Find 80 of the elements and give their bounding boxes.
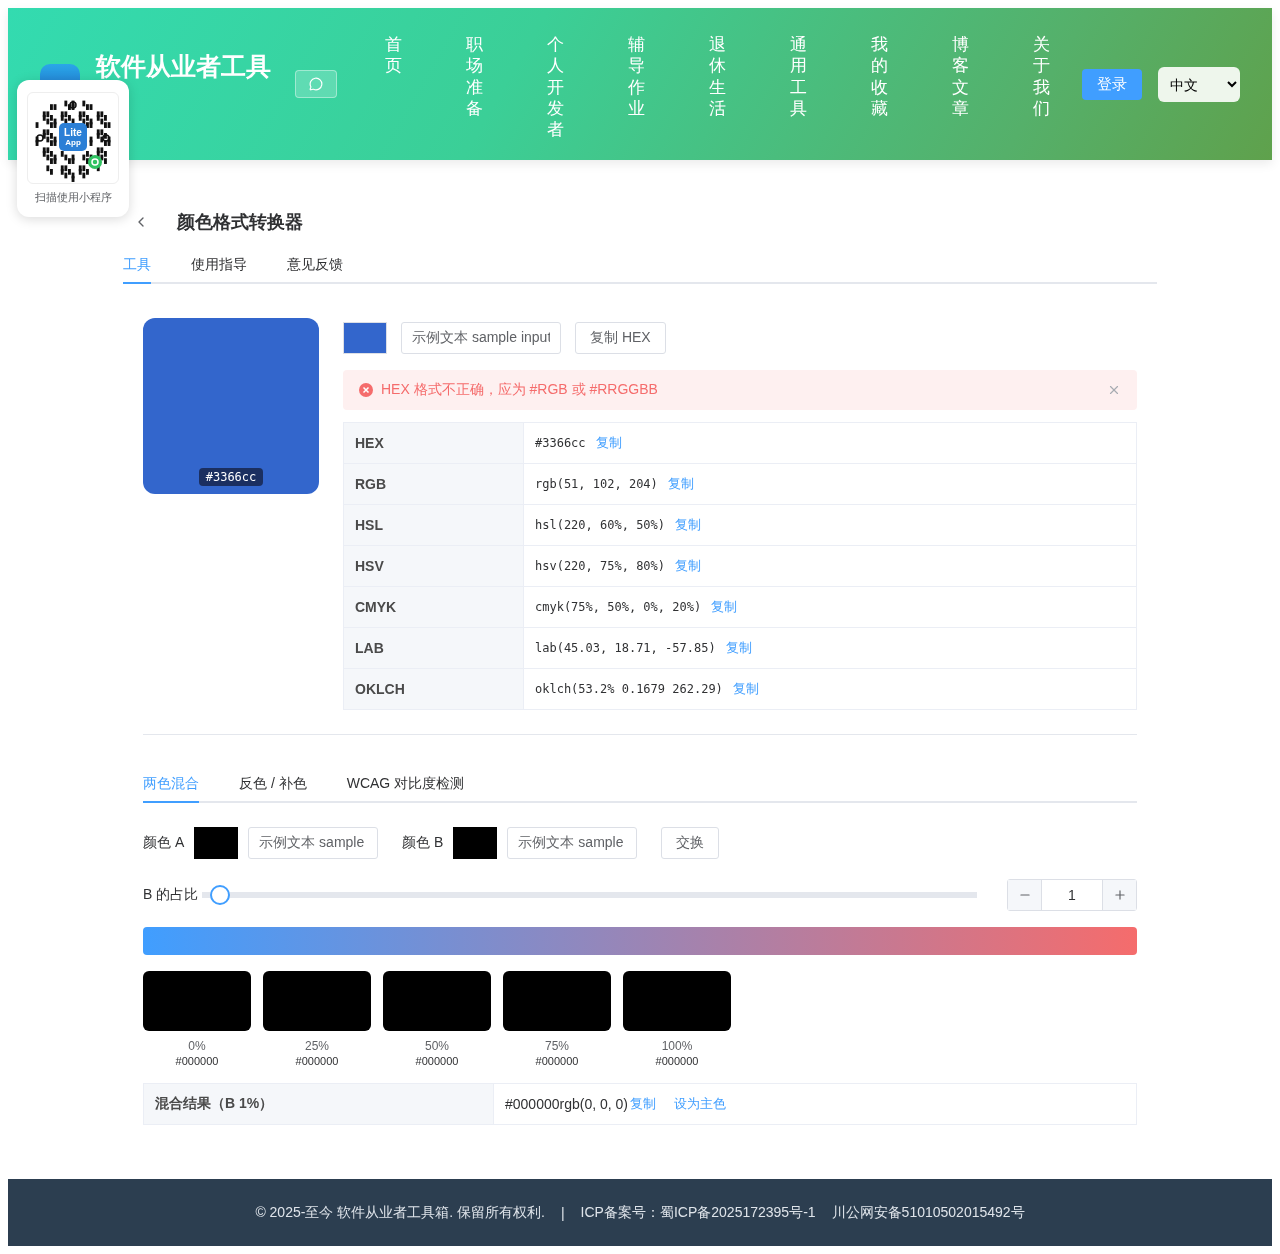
format-name: HSV: [344, 546, 524, 586]
format-value: hsv(220, 75%, 80%): [535, 559, 666, 573]
step-percent: 100%: [661, 1039, 693, 1053]
nav-link[interactable]: 辅导作业: [628, 34, 645, 141]
step-percent: 25%: [305, 1039, 329, 1053]
color-picker[interactable]: [194, 827, 239, 859]
plus-icon: [1112, 888, 1127, 902]
slider-thumb[interactable]: [209, 885, 230, 905]
swap-button[interactable]: 交换: [661, 827, 720, 859]
tab[interactable]: WCAG 对比度检测: [346, 771, 465, 803]
tab[interactable]: 反色 / 补色: [239, 771, 307, 803]
nav-link[interactable]: 首页: [385, 34, 402, 141]
tab[interactable]: 工具: [123, 252, 151, 284]
nav-link[interactable]: 职场准备: [466, 34, 483, 141]
format-value: hsl(220, 60%, 50%): [535, 518, 666, 532]
step-percent: 50%: [425, 1039, 449, 1053]
error-message: HEX 格式不正确，应为 #RGB 或 #RRGGBB: [381, 381, 659, 399]
qr-code-drawing: Lite App: [28, 93, 118, 183]
language-select[interactable]: 中文: [1158, 67, 1240, 102]
chat-icon: [309, 77, 323, 91]
step-hex: #000000: [535, 1055, 579, 1067]
step-hex: #000000: [175, 1055, 219, 1067]
format-value: rgb(51, 102, 204): [535, 477, 658, 491]
copy-link[interactable]: 复制: [725, 639, 752, 657]
number-stepper[interactable]: 1: [1007, 879, 1137, 911]
nav-link[interactable]: 关于我们: [1033, 34, 1050, 141]
tab[interactable]: 两色混合: [143, 771, 199, 803]
qr-caption: 扫描使用小程序: [34, 190, 112, 205]
nav-link[interactable]: 博客文章: [952, 34, 969, 141]
set-primary-link[interactable]: 设为主色: [674, 1095, 726, 1113]
copy-link[interactable]: 复制: [630, 1095, 656, 1113]
increase-button[interactable]: [1103, 880, 1136, 910]
footer-text: |: [560, 1204, 565, 1221]
step-percent: 75%: [545, 1039, 569, 1053]
color-input[interactable]: 示例文本 sample: [507, 827, 638, 859]
copy-link[interactable]: 复制: [595, 434, 622, 452]
tab[interactable]: 使用指导: [191, 252, 247, 284]
color-code: #3366cc: [198, 468, 264, 486]
format-value: oklch(53.2% 0.1679 262.29): [535, 682, 723, 696]
error-icon: [359, 383, 373, 397]
ratio-label: B 的占比: [143, 886, 199, 904]
format-name: OKLCH: [344, 669, 524, 709]
footer-text: © 2025-至今 软件从业者工具箱. 保留所有权利.: [255, 1203, 545, 1222]
format-value: #3366cc: [535, 436, 586, 450]
step-hex: #000000: [415, 1055, 459, 1067]
format-name: LAB: [344, 628, 524, 668]
color-label: 颜色 A: [143, 834, 185, 852]
copy-link[interactable]: 复制: [667, 475, 694, 493]
format-name: CMYK: [344, 587, 524, 627]
format-name: HEX: [344, 423, 524, 463]
format-name: HSL: [344, 505, 524, 545]
step-percent: 0%: [188, 1039, 206, 1053]
copy-link[interactable]: 复制: [732, 680, 759, 698]
format-value: lab(45.03, 18.71, -57.85): [535, 641, 716, 655]
copy-link[interactable]: 复制: [675, 557, 702, 575]
step-hex: #000000: [655, 1055, 699, 1067]
color-picker[interactable]: [343, 322, 387, 354]
nav-link[interactable]: 退休生活: [709, 34, 726, 141]
footer-text: ICP备案号：蜀ICP备2025172395号-1: [580, 1203, 816, 1222]
nav-link[interactable]: 个人开发者: [547, 34, 564, 141]
result-value: #000000rgb(0, 0, 0): [505, 1096, 628, 1112]
color-input[interactable]: 示例文本 sample: [248, 827, 379, 859]
copy-link[interactable]: 复制: [711, 598, 738, 616]
result-label: 混合结果（B 1%）: [144, 1084, 494, 1124]
site-title: 软件从业者工具: [96, 54, 271, 79]
chat-button[interactable]: [295, 70, 337, 98]
login-button[interactable]: 登录: [1082, 69, 1142, 100]
color-label: 颜色 B: [402, 834, 444, 852]
color-picker[interactable]: [453, 827, 498, 859]
copy-hex-button[interactable]: 复制 HEX: [575, 322, 666, 354]
nav-link[interactable]: 通用工具: [790, 34, 807, 141]
close-icon[interactable]: [1107, 383, 1121, 397]
format-value: cmyk(75%, 50%, 0%, 20%): [535, 600, 702, 614]
page-title: 颜色格式转换器: [177, 211, 303, 234]
nav-link[interactable]: 我的收藏: [871, 34, 888, 141]
step-hex: #000000: [295, 1055, 339, 1067]
copy-link[interactable]: 复制: [675, 516, 702, 534]
tab[interactable]: 意见反馈: [287, 252, 343, 284]
footer-text: 川公网安备51010502015492号: [831, 1203, 1025, 1222]
format-name: RGB: [344, 464, 524, 504]
